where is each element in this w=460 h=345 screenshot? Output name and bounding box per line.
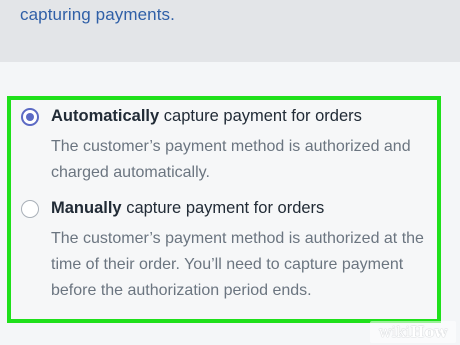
info-banner: capturing payments. bbox=[0, 0, 460, 62]
capturing-payments-link[interactable]: capturing payments. bbox=[20, 4, 175, 26]
manual-capture-label-rest: capture payment for orders bbox=[121, 199, 325, 217]
automatic-capture-description: The customer’s payment method is authori… bbox=[51, 138, 411, 181]
radio-automatic-capture[interactable] bbox=[21, 108, 39, 126]
wikihow-watermark: wikiHow bbox=[370, 321, 456, 343]
manual-capture-label-bold: Manually bbox=[51, 199, 122, 217]
watermark-how: How bbox=[410, 323, 448, 341]
watermark-wiki: wiki bbox=[378, 323, 411, 341]
radio-selected-dot bbox=[26, 113, 34, 121]
automatic-capture-label[interactable]: Automatically capture payment for orders bbox=[51, 107, 362, 126]
automatic-capture-label-bold: Automatically bbox=[51, 107, 160, 125]
payment-capture-options-card: Automatically capture payment for orders… bbox=[7, 96, 441, 323]
automatic-capture-label-rest: capture payment for orders bbox=[159, 107, 362, 125]
manual-capture-description: The customer’s payment method is authori… bbox=[51, 230, 424, 299]
radio-manual-capture[interactable] bbox=[21, 200, 39, 218]
manual-capture-label[interactable]: Manually capture payment for orders bbox=[51, 199, 324, 218]
section-spacer bbox=[0, 62, 460, 96]
